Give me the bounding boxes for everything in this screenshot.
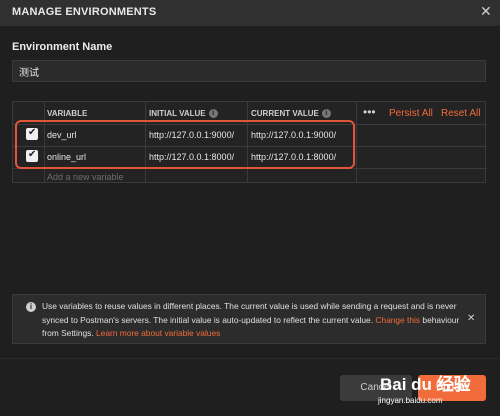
dialog-title: MANAGE ENVIRONMENTS bbox=[12, 6, 157, 18]
learn-more-link[interactable]: Learn more about variable values bbox=[96, 328, 220, 338]
variable-name[interactable]: online_url bbox=[47, 152, 86, 162]
table-header: VARIABLE INITIAL VALUE i CURRENT VALUE i •… bbox=[13, 102, 487, 125]
info-text: Use variables to reuse values in differe… bbox=[42, 300, 460, 341]
info-icon: i bbox=[26, 302, 36, 312]
table-row[interactable]: ✔ online_url http://127.0.0.1:8000/ http… bbox=[13, 146, 487, 169]
header-current-value: CURRENT VALUE i bbox=[251, 109, 331, 119]
variable-name[interactable]: dev_url bbox=[47, 130, 77, 140]
variables-table: VARIABLE INITIAL VALUE i CURRENT VALUE i •… bbox=[12, 101, 487, 183]
persist-all-link[interactable]: Persist All bbox=[389, 108, 433, 119]
checkmark-icon: ✔ bbox=[28, 149, 37, 160]
info-icon[interactable]: i bbox=[321, 109, 331, 119]
close-icon[interactable]: ✕ bbox=[467, 313, 475, 324]
current-value[interactable]: http://127.0.0.1:9000/ bbox=[251, 130, 336, 140]
cancel-button[interactable]: Cancel bbox=[340, 375, 412, 401]
current-value[interactable]: http://127.0.0.1:8000/ bbox=[251, 152, 336, 162]
environment-name-label: Environment Name bbox=[12, 41, 113, 53]
close-icon[interactable]: ✕ bbox=[480, 3, 492, 20]
table-row[interactable]: ✔ dev_url http://127.0.0.1:9000/ http://… bbox=[13, 124, 487, 147]
add-variable-input[interactable]: Add a new variable bbox=[47, 172, 124, 182]
header-variable: VARIABLE bbox=[47, 109, 88, 118]
info-icon[interactable]: i bbox=[208, 109, 218, 119]
initial-value[interactable]: http://127.0.0.1:9000/ bbox=[149, 130, 234, 140]
change-settings-link[interactable]: Change this bbox=[375, 315, 420, 325]
reset-all-link[interactable]: Reset All bbox=[441, 108, 480, 119]
checkmark-icon: ✔ bbox=[28, 127, 37, 138]
row-checkbox[interactable]: ✔ bbox=[26, 127, 38, 140]
initial-value[interactable]: http://127.0.0.1:8000/ bbox=[149, 152, 234, 162]
header-initial-value: INITIAL VALUE i bbox=[149, 109, 218, 119]
header-current-label: CURRENT VALUE bbox=[251, 109, 319, 118]
footer-divider bbox=[0, 358, 500, 359]
environment-name-input[interactable] bbox=[12, 60, 486, 82]
info-banner: i Use variables to reuse values in diffe… bbox=[12, 294, 486, 344]
dialog-titlebar: MANAGE ENVIRONMENTS ✕ bbox=[0, 0, 500, 26]
more-options-icon[interactable]: ••• bbox=[363, 105, 376, 119]
header-initial-label: INITIAL VALUE bbox=[149, 109, 206, 118]
update-button[interactable]: Update bbox=[418, 375, 486, 401]
row-checkbox[interactable]: ✔ bbox=[26, 149, 38, 162]
